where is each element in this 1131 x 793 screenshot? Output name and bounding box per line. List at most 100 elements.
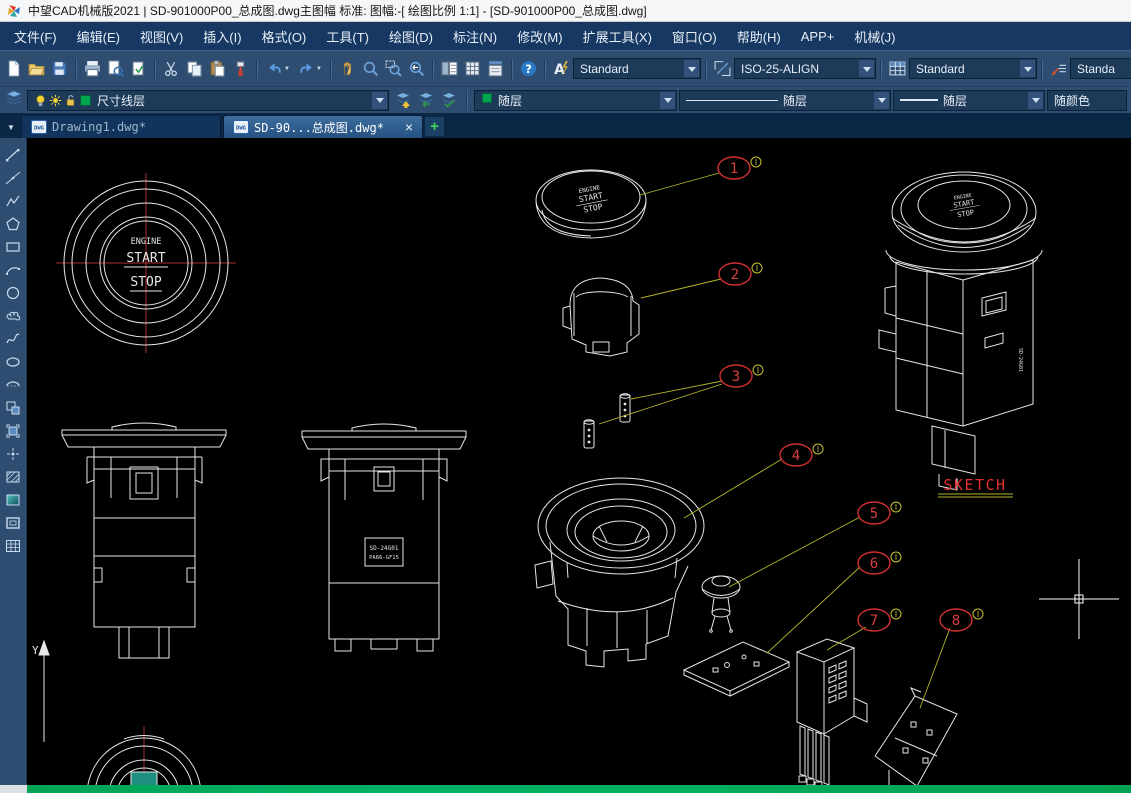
pan-button[interactable] bbox=[336, 57, 359, 80]
zoom-button[interactable] bbox=[359, 57, 382, 80]
quick-calc-button[interactable] bbox=[461, 57, 484, 80]
document-tab-1[interactable]: DWGDrawing1.dwg* bbox=[21, 115, 221, 138]
chevron-down-icon[interactable] bbox=[874, 92, 889, 109]
text-style-button[interactable]: A bbox=[550, 57, 573, 80]
balloon-1[interactable]: 1 bbox=[718, 157, 761, 179]
color-combo[interactable]: 随层 bbox=[474, 90, 677, 111]
lineweight-combo[interactable]: 随层 bbox=[893, 90, 1045, 111]
menu-item-5[interactable]: 格式(O) bbox=[252, 22, 317, 50]
mleader-style-combo[interactable]: Standa bbox=[1070, 58, 1131, 79]
chevron-down-icon[interactable]: ▼ bbox=[284, 66, 290, 72]
balloon-3[interactable]: 3 bbox=[720, 365, 763, 387]
menu-item-6[interactable]: 工具(T) bbox=[316, 22, 379, 50]
publish-button[interactable] bbox=[127, 57, 150, 80]
menu-item-4[interactable]: 插入(I) bbox=[193, 22, 251, 50]
balloon-6[interactable]: 6 bbox=[858, 552, 901, 574]
spline-tool-button[interactable] bbox=[2, 328, 25, 350]
menu-item-8[interactable]: 标注(N) bbox=[443, 22, 507, 50]
zoom-previous-button[interactable] bbox=[405, 57, 428, 80]
menu-item-3[interactable]: 视图(V) bbox=[130, 22, 193, 50]
balloon-5[interactable]: 5 bbox=[858, 502, 901, 524]
paste-button[interactable] bbox=[206, 57, 229, 80]
polygon-tool-button[interactable] bbox=[2, 213, 25, 235]
cut-button[interactable] bbox=[160, 57, 183, 80]
menu-item-7[interactable]: 绘图(D) bbox=[379, 22, 443, 50]
copy-button[interactable] bbox=[183, 57, 206, 80]
menu-item-2[interactable]: 编辑(E) bbox=[67, 22, 130, 50]
text-style-combo[interactable]: Standard bbox=[573, 58, 701, 79]
rectangle-tool-button[interactable] bbox=[2, 236, 25, 258]
dim-style-combo[interactable]: ISO-25-ALIGN bbox=[734, 58, 876, 79]
plotstyle-combo[interactable]: 随颜色 bbox=[1047, 90, 1127, 111]
line-tool-button[interactable] bbox=[2, 144, 25, 166]
insert-block-tool-button[interactable] bbox=[2, 397, 25, 419]
chevron-down-icon[interactable] bbox=[1028, 92, 1043, 109]
layer-manager-button[interactable] bbox=[2, 89, 25, 112]
new-file-button[interactable] bbox=[2, 57, 25, 80]
arc-tool-button[interactable] bbox=[2, 259, 25, 281]
ellipse-arc-tool-button[interactable] bbox=[2, 374, 25, 396]
layer-combo[interactable]: 尺寸线层 bbox=[27, 90, 389, 111]
sun-icon bbox=[49, 94, 62, 107]
close-tab-icon[interactable]: × bbox=[405, 120, 413, 134]
balloon-2[interactable]: 2 bbox=[719, 263, 762, 285]
print-button[interactable] bbox=[81, 57, 104, 80]
help-button[interactable]: ? bbox=[517, 57, 540, 80]
make-block-tool-button[interactable] bbox=[2, 420, 25, 442]
gradient-tool-button[interactable] bbox=[2, 489, 25, 511]
print-preview-button[interactable] bbox=[104, 57, 127, 80]
dim-style-button[interactable] bbox=[711, 57, 734, 80]
menu-item-11[interactable]: 窗口(O) bbox=[662, 22, 727, 50]
lineweight-combo-value: 随层 bbox=[943, 92, 1023, 109]
menu-item-13[interactable]: APP+ bbox=[791, 22, 845, 50]
layer-previous-icon bbox=[418, 92, 434, 108]
revision-cloud-tool-button[interactable] bbox=[2, 305, 25, 327]
hatch-tool-button[interactable] bbox=[2, 466, 25, 488]
layer-states-button[interactable] bbox=[437, 89, 460, 112]
tool-palette-button[interactable] bbox=[484, 57, 507, 80]
menu-item-1[interactable]: 文件(F) bbox=[4, 22, 67, 50]
chevron-down-icon[interactable]: ▼ bbox=[316, 66, 322, 72]
table-tool-button[interactable] bbox=[2, 535, 25, 557]
status-bar-strip[interactable] bbox=[27, 785, 1131, 793]
region-tool-button[interactable] bbox=[2, 512, 25, 534]
menu-item-12[interactable]: 帮助(H) bbox=[727, 22, 791, 50]
construction-line-tool-button[interactable] bbox=[2, 167, 25, 189]
open-folder-button[interactable] bbox=[25, 57, 48, 80]
format-painter-icon bbox=[232, 60, 249, 77]
point-tool-button[interactable] bbox=[2, 443, 25, 465]
chevron-down-icon[interactable] bbox=[684, 60, 699, 77]
chevron-down-icon[interactable] bbox=[1020, 60, 1035, 77]
svg-text:A: A bbox=[554, 62, 565, 77]
balloon-4[interactable]: 4 bbox=[780, 444, 823, 466]
properties-button[interactable] bbox=[438, 57, 461, 80]
layer-previous-button[interactable] bbox=[414, 89, 437, 112]
new-tab-button[interactable]: + bbox=[425, 117, 444, 136]
circle-tool-button[interactable] bbox=[2, 282, 25, 304]
chevron-down-icon[interactable] bbox=[372, 92, 387, 109]
chevron-down-icon[interactable] bbox=[660, 92, 675, 109]
mleader-style-button[interactable] bbox=[1047, 57, 1070, 80]
svg-text:1: 1 bbox=[730, 161, 738, 177]
menu-item-14[interactable]: 机械(J) bbox=[844, 22, 905, 50]
zoom-window-button[interactable] bbox=[382, 57, 405, 80]
polyline-tool-button[interactable] bbox=[2, 190, 25, 212]
redo-button[interactable]: ▼ bbox=[294, 57, 326, 80]
crosshair-cursor[interactable] bbox=[1039, 559, 1119, 639]
menu-item-10[interactable]: 扩展工具(X) bbox=[573, 22, 662, 50]
chevron-down-icon[interactable] bbox=[859, 60, 874, 77]
undo-button[interactable]: ▼ bbox=[262, 57, 294, 80]
ellipse-tool-button[interactable] bbox=[2, 351, 25, 373]
tab-list-button[interactable]: ▼ bbox=[3, 116, 19, 138]
menu-item-9[interactable]: 修改(M) bbox=[507, 22, 573, 50]
save-button[interactable] bbox=[48, 57, 71, 80]
table-style-combo[interactable]: Standard bbox=[909, 58, 1037, 79]
linetype-combo[interactable]: 随层 bbox=[679, 90, 891, 111]
drawing-canvas[interactable]: ENGINE START STOP ENGINE START STOP bbox=[27, 138, 1131, 785]
layer-make-current-button[interactable] bbox=[391, 89, 414, 112]
balloon-8[interactable]: 8 bbox=[940, 609, 983, 631]
document-tab-2[interactable]: DWGSD-90...总成图.dwg*× bbox=[223, 115, 423, 138]
table-style-button[interactable] bbox=[886, 57, 909, 80]
ucs-icon: Y bbox=[32, 641, 49, 742]
format-painter-button[interactable] bbox=[229, 57, 252, 80]
